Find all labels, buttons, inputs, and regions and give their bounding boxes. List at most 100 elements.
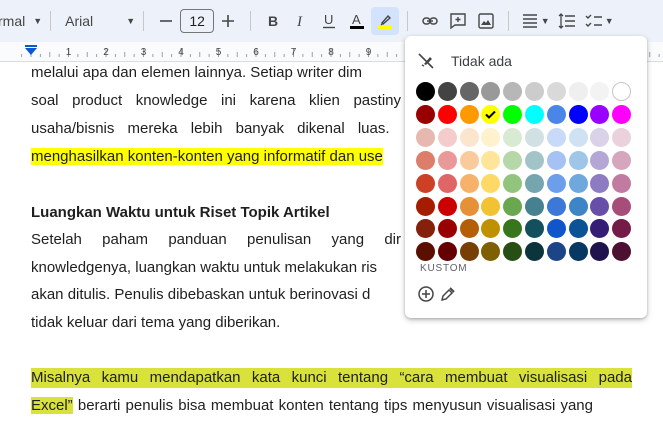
style-select[interactable]: rmal ▼: [0, 7, 42, 35]
color-swatch[interactable]: [459, 219, 479, 239]
color-swatch[interactable]: [481, 127, 501, 147]
insert-link-button[interactable]: [416, 7, 444, 35]
color-swatch[interactable]: [481, 242, 501, 262]
color-swatch[interactable]: [503, 82, 523, 101]
highlight-color-button[interactable]: [371, 7, 400, 35]
color-swatch[interactable]: [459, 104, 479, 124]
color-swatch[interactable]: [416, 127, 435, 147]
color-swatch[interactable]: [459, 242, 479, 262]
color-swatch[interactable]: [481, 82, 501, 101]
no-highlight-option[interactable]: Tidak ada: [417, 50, 512, 72]
color-swatch[interactable]: [546, 196, 566, 216]
underline-button[interactable]: U: [315, 7, 343, 35]
color-swatch[interactable]: [437, 196, 457, 216]
color-swatch[interactable]: [568, 104, 588, 124]
color-swatch[interactable]: [437, 127, 457, 147]
color-swatch[interactable]: [459, 82, 479, 101]
color-swatch[interactable]: [481, 219, 501, 239]
color-swatch[interactable]: [437, 104, 457, 124]
color-swatch[interactable]: [590, 173, 610, 193]
color-swatch[interactable]: [503, 173, 523, 193]
eyedropper-button[interactable]: [438, 284, 458, 304]
color-swatch[interactable]: [546, 150, 566, 170]
color-swatch[interactable]: [416, 150, 435, 170]
color-swatch[interactable]: [568, 127, 588, 147]
color-swatch[interactable]: [568, 219, 588, 239]
color-swatch[interactable]: [503, 127, 523, 147]
color-swatch[interactable]: [525, 127, 544, 147]
color-swatch[interactable]: [416, 242, 435, 262]
color-swatch[interactable]: [612, 196, 632, 216]
color-swatch[interactable]: [437, 173, 457, 193]
decrease-font-size-button[interactable]: [152, 7, 180, 35]
color-swatch[interactable]: [437, 150, 457, 170]
color-swatch[interactable]: [459, 196, 479, 216]
color-swatch[interactable]: [546, 242, 566, 262]
color-swatch[interactable]: [416, 196, 435, 216]
color-swatch[interactable]: [546, 219, 566, 239]
color-swatch[interactable]: [568, 173, 588, 193]
color-swatch[interactable]: [416, 82, 435, 101]
color-swatch[interactable]: [612, 219, 632, 239]
color-swatch[interactable]: [481, 150, 501, 170]
color-swatch[interactable]: [503, 196, 523, 216]
color-swatch[interactable]: [546, 127, 566, 147]
add-comment-button[interactable]: [444, 7, 472, 35]
color-swatch[interactable]: [437, 242, 457, 262]
color-swatch[interactable]: [525, 104, 544, 124]
color-swatch[interactable]: [525, 150, 544, 170]
color-swatch[interactable]: [437, 219, 457, 239]
color-swatch[interactable]: [416, 173, 435, 193]
color-swatch[interactable]: [612, 82, 632, 101]
color-swatch[interactable]: [546, 104, 566, 124]
color-swatch[interactable]: [525, 82, 544, 101]
color-swatch[interactable]: [590, 104, 610, 124]
color-swatch[interactable]: [590, 82, 610, 101]
color-swatch[interactable]: [590, 150, 610, 170]
insert-image-button[interactable]: [472, 7, 500, 35]
color-swatch[interactable]: [590, 219, 610, 239]
checklist-button[interactable]: ▼: [581, 7, 617, 35]
color-swatch[interactable]: [546, 173, 566, 193]
align-button[interactable]: ▼: [517, 7, 553, 35]
color-swatch[interactable]: [590, 196, 610, 216]
color-swatch[interactable]: [525, 219, 544, 239]
font-select[interactable]: Arial ▼: [59, 7, 135, 35]
text-color-button[interactable]: A: [343, 7, 371, 35]
color-swatch[interactable]: [503, 242, 523, 262]
color-swatch[interactable]: [481, 104, 501, 124]
bold-button[interactable]: B: [259, 7, 287, 35]
color-swatch[interactable]: [525, 196, 544, 216]
color-swatch[interactable]: [481, 196, 501, 216]
color-swatch[interactable]: [568, 150, 588, 170]
color-swatch[interactable]: [590, 127, 610, 147]
custom-colors-label: KUSTOM: [420, 263, 468, 274]
color-swatch[interactable]: [612, 242, 632, 262]
color-swatch[interactable]: [416, 104, 435, 124]
color-swatch[interactable]: [546, 82, 566, 101]
color-swatch[interactable]: [590, 242, 610, 262]
color-swatch[interactable]: [568, 82, 588, 101]
color-swatch[interactable]: [459, 150, 479, 170]
italic-button[interactable]: I: [287, 7, 315, 35]
color-swatch[interactable]: [612, 127, 632, 147]
color-swatch[interactable]: [612, 150, 632, 170]
increase-font-size-button[interactable]: [214, 7, 242, 35]
color-swatch[interactable]: [459, 173, 479, 193]
color-swatch[interactable]: [525, 173, 544, 193]
color-swatch[interactable]: [481, 173, 501, 193]
font-size-input[interactable]: 12: [180, 9, 215, 33]
color-swatch[interactable]: [416, 219, 435, 239]
color-swatch[interactable]: [437, 82, 457, 101]
color-swatch[interactable]: [503, 104, 523, 124]
color-swatch[interactable]: [568, 196, 588, 216]
line-spacing-button[interactable]: [553, 7, 581, 35]
color-swatch[interactable]: [459, 127, 479, 147]
color-swatch[interactable]: [503, 150, 523, 170]
color-swatch[interactable]: [568, 242, 588, 262]
color-swatch[interactable]: [612, 173, 632, 193]
color-swatch[interactable]: [525, 242, 544, 262]
color-swatch[interactable]: [612, 104, 632, 124]
color-swatch[interactable]: [503, 219, 523, 239]
add-custom-color-button[interactable]: [416, 284, 436, 304]
